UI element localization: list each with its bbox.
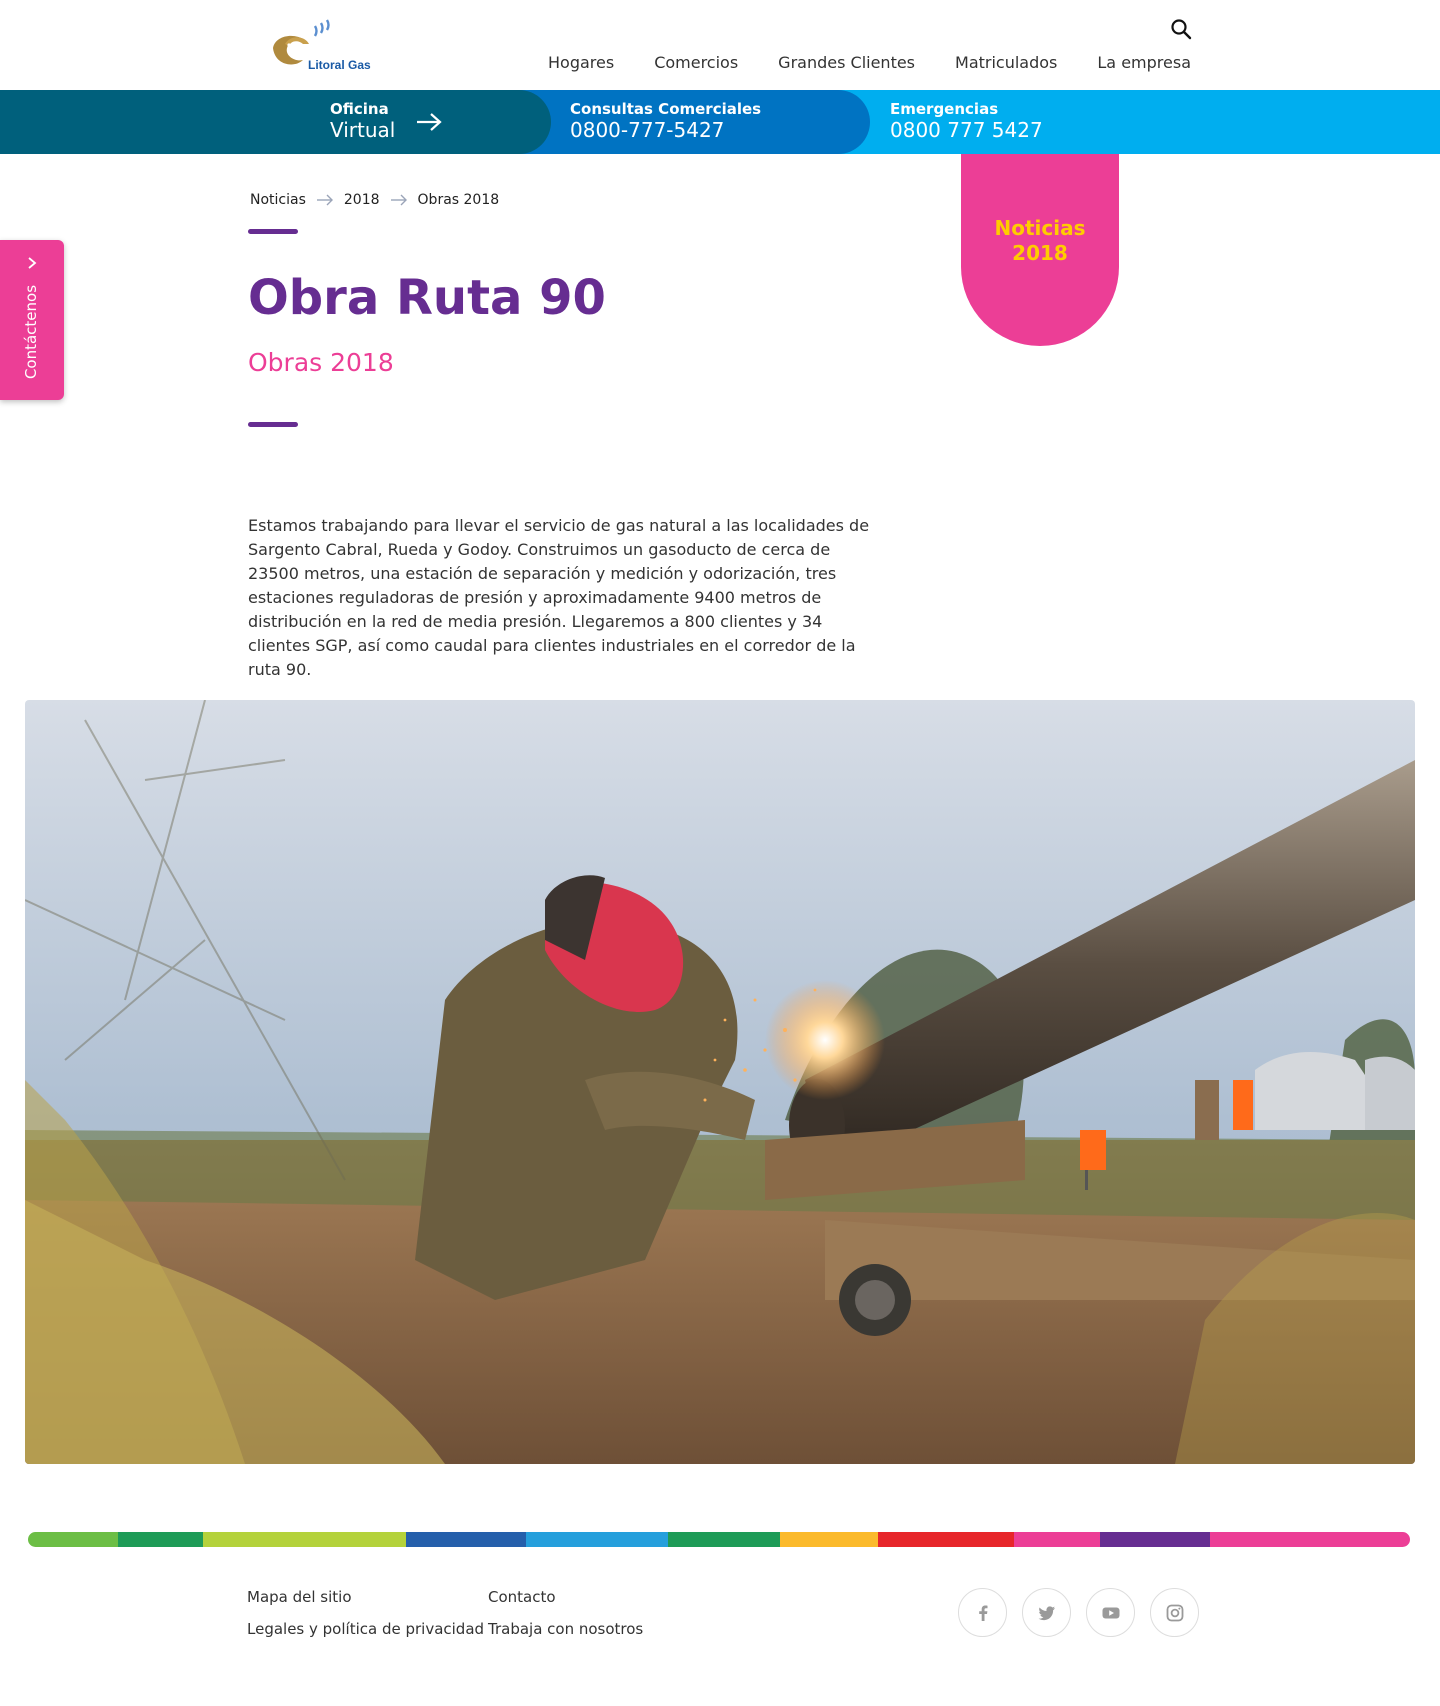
chevron-right-icon	[28, 257, 37, 269]
consultas-label: Consultas Comerciales	[570, 100, 762, 118]
breadcrumb-obras-2018: Obras 2018	[417, 192, 500, 208]
footer-links-col-2: Contacto Trabaja con nosotros	[488, 1588, 643, 1638]
welder-pipeline-image	[25, 700, 1415, 1464]
stripe-segment	[28, 1532, 118, 1547]
site-header: Litoral Gas Hogares Comercios Grandes Cl…	[0, 0, 1440, 90]
breadcrumb-arrow-icon	[316, 194, 333, 206]
main-nav: Hogares Comercios Grandes Clientes Matri…	[548, 53, 1191, 72]
litoral-gas-logo[interactable]: Litoral Gas	[265, 18, 375, 73]
footer-link-trabaja[interactable]: Trabaja con nosotros	[488, 1620, 643, 1638]
twitter-icon	[1038, 1605, 1055, 1620]
brand-color-stripe	[28, 1532, 1410, 1547]
youtube-icon	[1102, 1607, 1119, 1618]
nav-hogares[interactable]: Hogares	[548, 53, 614, 72]
footer-link-mapa[interactable]: Mapa del sitio	[247, 1588, 484, 1606]
youtube-link[interactable]	[1086, 1588, 1135, 1637]
footer-links-col-1: Mapa del sitio Legales y política de pri…	[247, 1588, 484, 1638]
facebook-icon	[978, 1605, 987, 1621]
arrow-right-icon	[417, 113, 442, 131]
accent-divider-top	[248, 229, 298, 234]
breadcrumb-arrow-icon	[390, 194, 407, 206]
emergencias-phone[interactable]: 0800 777 5427	[890, 118, 1043, 142]
breadcrumb: Noticias 2018 Obras 2018	[250, 192, 499, 208]
stripe-segment	[780, 1532, 878, 1547]
stripe-segment	[1100, 1532, 1210, 1547]
breadcrumb-2018[interactable]: 2018	[344, 192, 380, 208]
stripe-segment	[1210, 1532, 1410, 1547]
nav-grandes-clientes[interactable]: Grandes Clientes	[778, 53, 915, 72]
search-icon[interactable]	[1170, 18, 1192, 40]
contact-banner: Oficina Virtual Consultas Comerciales 08…	[0, 90, 1440, 154]
stripe-segment	[1014, 1532, 1100, 1547]
consultas-phone[interactable]: 0800-777-5427	[570, 118, 724, 142]
article-photo	[25, 700, 1415, 1464]
twitter-link[interactable]	[1022, 1588, 1071, 1637]
stripe-segment	[203, 1532, 406, 1547]
section-badge: Noticias 2018	[961, 154, 1119, 346]
stripe-segment	[526, 1532, 668, 1547]
oficina-value: Virtual	[330, 118, 396, 142]
section-badge-text: Noticias 2018	[994, 216, 1086, 265]
nav-comercios[interactable]: Comercios	[654, 53, 738, 72]
nav-matriculados[interactable]: Matriculados	[955, 53, 1057, 72]
oficina-virtual-band[interactable]	[0, 90, 551, 154]
footer-link-contacto[interactable]: Contacto	[488, 1588, 643, 1606]
emergencias-label: Emergencias	[890, 100, 999, 118]
social-links	[958, 1588, 1199, 1637]
logo-text: Litoral Gas	[308, 58, 371, 72]
page-title: Obra Ruta 90	[248, 270, 606, 326]
stripe-segment	[118, 1532, 203, 1547]
stripe-segment	[878, 1532, 1014, 1547]
oficina-label: Oficina	[330, 100, 389, 118]
contact-tab[interactable]: Contáctenos	[0, 240, 64, 400]
instagram-icon	[1166, 1604, 1183, 1621]
contact-tab-label: Contáctenos	[22, 284, 40, 380]
facebook-link[interactable]	[958, 1588, 1007, 1637]
nav-la-empresa[interactable]: La empresa	[1097, 53, 1191, 72]
breadcrumb-noticias[interactable]: Noticias	[250, 192, 306, 208]
article-category: Obras 2018	[248, 348, 394, 377]
instagram-link[interactable]	[1150, 1588, 1199, 1637]
accent-divider-bottom	[248, 422, 298, 427]
footer-link-legales[interactable]: Legales y política de privacidad	[247, 1620, 484, 1638]
stripe-segment	[406, 1532, 526, 1547]
stripe-segment	[668, 1532, 780, 1547]
article-body: Estamos trabajando para llevar el servic…	[248, 516, 870, 679]
